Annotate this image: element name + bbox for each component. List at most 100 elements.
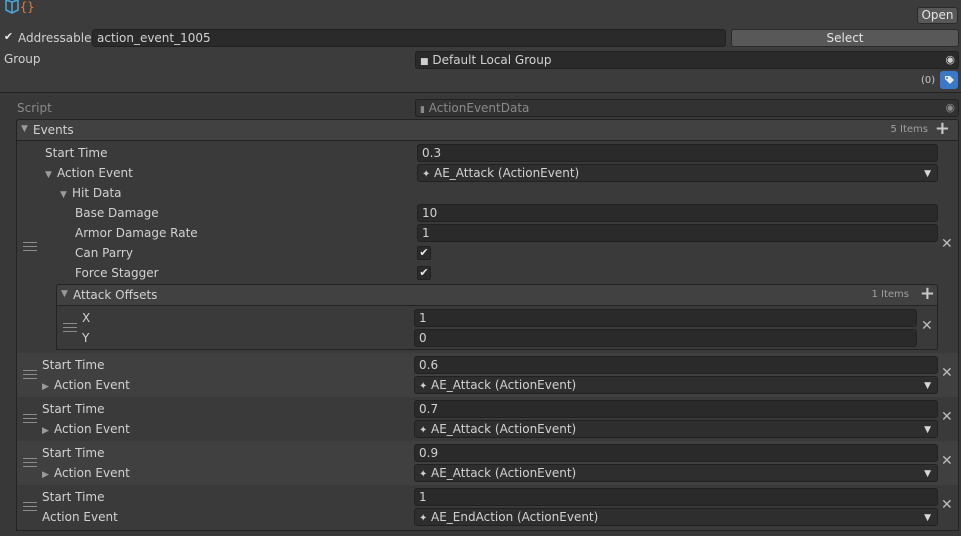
- object-icon: ✦: [419, 381, 428, 392]
- dropdown-arrow-icon: ▼: [924, 469, 931, 479]
- remove-item-close-icon[interactable]: ✕: [941, 366, 953, 380]
- triangle-down-icon[interactable]: ▼: [45, 166, 57, 184]
- can-parry-checkbox[interactable]: ✔: [417, 246, 431, 260]
- triangle-down-icon[interactable]: ▼: [60, 186, 72, 204]
- start-time-input[interactable]: 0.7: [414, 400, 938, 418]
- can-parry-label: Can Parry: [75, 246, 133, 260]
- triangle-down-icon[interactable]: ▼: [61, 289, 73, 299]
- drag-handle-icon[interactable]: [23, 458, 37, 467]
- start-time-label: Start Time: [45, 146, 108, 160]
- start-time-input[interactable]: 1: [414, 488, 938, 506]
- drag-handle-icon[interactable]: [23, 242, 37, 251]
- script-icon: ▮: [420, 105, 425, 115]
- armor-damage-rate-input[interactable]: 1: [417, 224, 938, 242]
- drag-handle-icon[interactable]: [23, 502, 37, 511]
- armor-damage-rate-label: Armor Damage Rate: [75, 226, 198, 240]
- start-time-input[interactable]: 0.6: [414, 356, 938, 374]
- base-damage-label: Base Damage: [75, 206, 159, 220]
- triangle-right-icon[interactable]: ▶: [42, 466, 54, 484]
- script-field: ▮ ActionEventData ◉: [415, 99, 959, 117]
- object-icon: ✦: [419, 513, 428, 524]
- attack-offsets-label: Attack Offsets: [73, 288, 158, 302]
- action-event-dropdown[interactable]: ✦ AE_Attack (ActionEvent) ▼: [417, 164, 938, 182]
- drag-handle-icon[interactable]: [23, 370, 37, 379]
- script-value: ActionEventData: [428, 101, 530, 115]
- remove-item-close-icon[interactable]: ✕: [941, 454, 953, 468]
- target-icon[interactable]: ◉: [945, 52, 955, 68]
- force-stagger-checkbox[interactable]: ✔: [417, 266, 431, 280]
- action-event-value: AE_Attack (ActionEvent): [431, 466, 577, 480]
- object-icon: ✦: [419, 469, 428, 480]
- remove-item-close-icon[interactable]: ✕: [941, 498, 953, 512]
- action-event-label[interactable]: ▶ Action Event: [42, 420, 130, 440]
- drag-handle-icon[interactable]: [23, 414, 37, 423]
- group-field[interactable]: ■ Default Local Group ◉: [415, 51, 959, 69]
- triangle-right-icon[interactable]: ▶: [42, 378, 54, 396]
- triangle-down-icon[interactable]: ▼: [21, 124, 33, 134]
- labels-count: (0): [921, 75, 936, 86]
- add-event-plus-icon[interactable]: +: [935, 120, 950, 138]
- base-damage-input[interactable]: 10: [417, 204, 938, 222]
- action-event-label-text: Action Event: [54, 378, 130, 392]
- labels-button[interactable]: [940, 71, 958, 89]
- remove-offset-close-icon[interactable]: ✕: [921, 319, 933, 333]
- group-value: Default Local Group: [432, 53, 552, 67]
- group-label: Group: [4, 52, 41, 66]
- start-time-input[interactable]: 0.9: [414, 444, 938, 462]
- action-event-value: AE_Attack (ActionEvent): [431, 378, 577, 392]
- dropdown-arrow-icon: ▼: [924, 381, 931, 391]
- x-label: X: [82, 311, 91, 325]
- y-input[interactable]: 0: [414, 329, 917, 347]
- hit-data-label[interactable]: ▼ Hit Data: [60, 184, 122, 204]
- events-label: Events: [33, 123, 74, 137]
- action-event-dropdown[interactable]: ✦ AE_EndAction (ActionEvent) ▼: [414, 508, 938, 526]
- x-input[interactable]: 1: [414, 309, 917, 327]
- svg-text:{}: {}: [20, 0, 34, 14]
- action-event-label[interactable]: ▶ Action Event: [42, 464, 130, 484]
- check-icon: ✔: [419, 246, 429, 259]
- attack-offsets-header[interactable]: ▼ Attack Offsets 1 Items +: [56, 284, 938, 306]
- attack-offsets-count: 1 Items: [871, 289, 909, 300]
- remove-item-close-icon[interactable]: ✕: [941, 237, 953, 251]
- open-button[interactable]: Open: [917, 7, 958, 24]
- address-input[interactable]: action_event_1005: [92, 29, 726, 47]
- addressable-checkbox[interactable]: ✔: [2, 31, 15, 44]
- start-time-label: Start Time: [42, 490, 105, 504]
- drag-handle-icon[interactable]: [63, 323, 77, 332]
- folder-icon: ■: [420, 57, 429, 67]
- action-event-value: AE_EndAction (ActionEvent): [431, 510, 599, 524]
- triangle-right-icon[interactable]: ▶: [42, 422, 54, 440]
- remove-item-close-icon[interactable]: ✕: [941, 410, 953, 424]
- action-event-dropdown[interactable]: ✦ AE_Attack (ActionEvent) ▼: [414, 420, 938, 438]
- events-count: 5 Items: [890, 124, 928, 135]
- add-offset-plus-icon[interactable]: +: [920, 285, 935, 303]
- action-event-dropdown[interactable]: ✦ AE_Attack (ActionEvent) ▼: [414, 376, 938, 394]
- target-icon: ◉: [945, 101, 955, 114]
- start-time-input[interactable]: 0.3: [417, 144, 938, 162]
- action-event-label-text: Action Event: [57, 166, 133, 180]
- check-icon: ✔: [419, 266, 429, 279]
- dropdown-arrow-icon: ▼: [924, 425, 931, 435]
- addressable-label: Addressable: [18, 31, 92, 45]
- action-event-dropdown[interactable]: ✦ AE_Attack (ActionEvent) ▼: [414, 464, 938, 482]
- force-stagger-label: Force Stagger: [75, 266, 159, 280]
- object-icon: ✦: [419, 425, 428, 436]
- tag-icon: [945, 76, 954, 84]
- events-header[interactable]: ▼ Events 5 Items +: [16, 119, 959, 141]
- select-button[interactable]: Select: [731, 29, 959, 47]
- action-event-label-text: Action Event: [54, 422, 130, 436]
- script-label: Script: [17, 101, 52, 115]
- action-event-value: AE_Attack (ActionEvent): [431, 422, 577, 436]
- start-time-label: Start Time: [42, 358, 105, 372]
- check-icon: ✔: [3, 30, 14, 43]
- dropdown-arrow-icon: ▼: [924, 513, 931, 523]
- addressable-asset-icon: {}: [5, 0, 34, 14]
- action-event-label[interactable]: ▶ Action Event: [42, 376, 130, 396]
- action-event-label[interactable]: ▼ Action Event: [45, 164, 133, 184]
- start-time-label: Start Time: [42, 446, 105, 460]
- dropdown-arrow-icon: ▼: [924, 169, 931, 179]
- start-time-label: Start Time: [42, 402, 105, 416]
- hit-data-label-text: Hit Data: [72, 186, 122, 200]
- y-label: Y: [82, 331, 90, 345]
- object-icon: ✦: [422, 169, 431, 180]
